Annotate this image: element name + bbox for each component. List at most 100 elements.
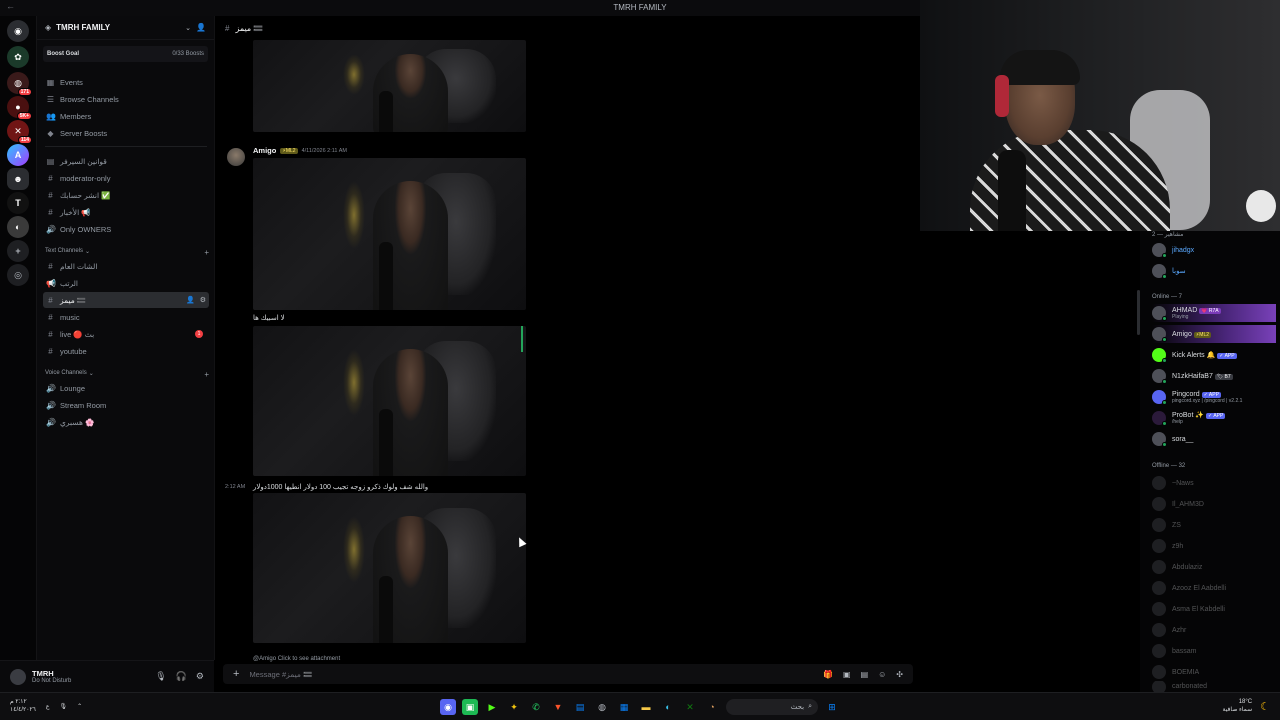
headphones-icon[interactable]: 🎧: [176, 671, 187, 682]
channel-youtube[interactable]: # youtube: [43, 343, 209, 359]
gift-icon[interactable]: 🎁: [823, 670, 833, 679]
member-item[interactable]: N1zkHaifaB7 🏷 B7: [1152, 367, 1276, 385]
member-item[interactable]: BOEMIA: [1152, 663, 1276, 681]
sticker-icon[interactable]: ▤: [861, 670, 869, 679]
microphone-icon[interactable]: 🎙: [155, 671, 166, 682]
server-icon-t[interactable]: T: [7, 192, 29, 214]
clock-time[interactable]: ٢:١٢ م: [10, 698, 36, 706]
discover-icon[interactable]: ◎: [7, 264, 29, 286]
server-icon-4[interactable]: ✕ 114: [7, 120, 32, 144]
apps-icon[interactable]: ✣: [896, 670, 903, 679]
channel-memes[interactable]: # ميمز 🟰 👤 ⚙: [43, 292, 209, 308]
member-item[interactable]: jihadgx: [1152, 241, 1276, 259]
channel-general-chat[interactable]: # الشات العام: [43, 258, 209, 274]
member-item[interactable]: ~Naws: [1152, 474, 1276, 492]
channel-only-owners[interactable]: 🔊 Only OWNERS: [43, 221, 209, 237]
boost-goal-bar[interactable]: Boost Goal 0/33 Boosts: [43, 46, 208, 62]
image-attachment[interactable]: [253, 493, 526, 643]
avatar[interactable]: [10, 668, 26, 685]
channel-promote[interactable]: # انشر حسابك ✅: [43, 187, 209, 203]
channel-rules[interactable]: ▤ قوانين السيرفر: [43, 153, 209, 169]
food-widget-icon[interactable]: ◔: [704, 699, 720, 715]
voice-lounge[interactable]: 🔊 Lounge: [43, 380, 209, 396]
add-attachment-icon[interactable]: +: [233, 668, 239, 680]
channel-moderator-only[interactable]: # moderator-only: [43, 170, 209, 186]
app-icon[interactable]: ▣: [462, 699, 478, 715]
add-channel-icon[interactable]: +: [204, 370, 209, 379]
brave-browser-icon[interactable]: ▼: [550, 699, 566, 715]
sidebar-item-events[interactable]: ▦ Events: [43, 74, 209, 90]
category-text-channels[interactable]: Text Channels ⌄ +: [45, 248, 209, 257]
server-icon-2[interactable]: ◍ 171: [7, 72, 32, 96]
steam-icon[interactable]: ◍: [594, 699, 610, 715]
folder-icon[interactable]: ▬: [638, 699, 654, 715]
member-item[interactable]: bassam: [1152, 642, 1276, 660]
windows-start-icon[interactable]: ⊞: [824, 699, 840, 715]
member-item[interactable]: sora__: [1152, 430, 1276, 448]
member-item[interactable]: Pingcord ✓ APP pingcord.xyz | /pingcord |…: [1152, 388, 1276, 406]
member-item[interactable]: Asma El Kabdelli: [1152, 600, 1276, 618]
whatsapp-icon[interactable]: ✆: [528, 699, 544, 715]
language-indicator[interactable]: ع: [46, 703, 50, 710]
invite-icon[interactable]: 👤: [186, 296, 195, 304]
gear-icon[interactable]: ⚙: [196, 671, 204, 682]
chevron-up-icon[interactable]: ⌃: [77, 703, 82, 710]
edge-browser-icon[interactable]: ◐: [660, 699, 676, 715]
channel-roles[interactable]: 📢 الرتب: [43, 275, 209, 291]
reply-preview[interactable]: @Amigo Click to see attachment: [253, 656, 340, 662]
category-voice-channels[interactable]: Voice Channels ⌄ +: [45, 370, 209, 379]
app-icon[interactable]: ✦: [506, 699, 522, 715]
emoji-icon[interactable]: ☺: [878, 670, 886, 679]
search-box[interactable]: بحث ⌕: [726, 699, 818, 715]
calendar-app-icon[interactable]: ▦: [616, 699, 632, 715]
member-item[interactable]: Azhr: [1152, 621, 1276, 639]
author-name[interactable]: Amigo: [253, 146, 276, 155]
add-channel-icon[interactable]: +: [204, 248, 209, 257]
play-icon[interactable]: ▶: [484, 699, 500, 715]
member-item[interactable]: Abdulaziz: [1152, 558, 1276, 576]
message-input[interactable]: Message #ميمز 🟰: [249, 670, 312, 679]
xbox-icon[interactable]: ✕: [682, 699, 698, 715]
gif-icon[interactable]: ▣: [843, 670, 851, 679]
member-item[interactable]: ZS: [1152, 516, 1276, 534]
hashtag-icon: #: [48, 346, 53, 356]
member-item[interactable]: ProBot ✨ ✓ APP/help: [1152, 409, 1276, 427]
server-icon-1[interactable]: ✿: [7, 46, 29, 68]
add-server-icon[interactable]: +: [7, 240, 29, 262]
sidebar-item-server-boosts[interactable]: ◆ Server Boosts: [43, 125, 209, 141]
member-item[interactable]: Il_AHM3D: [1152, 495, 1276, 513]
member-item[interactable]: Azooz El Aabdelli: [1152, 579, 1276, 597]
server-icon-a[interactable]: A: [7, 144, 29, 166]
weather-widget[interactable]: 18°C سماء صافية ☾: [1222, 698, 1270, 714]
message-composer[interactable]: + Message #ميمز 🟰 🎁 ▣ ▤ ☺ ✣: [223, 664, 913, 684]
member-item[interactable]: z9h: [1152, 537, 1276, 555]
server-icon-3[interactable]: ● 5K+: [7, 96, 32, 120]
voice-stream-room[interactable]: 🔊 Stream Room: [43, 397, 209, 413]
channel-music[interactable]: # music: [43, 309, 209, 325]
discord-app-icon[interactable]: ◉: [440, 699, 456, 715]
hashtag-icon: #: [48, 329, 53, 339]
image-attachment[interactable]: [253, 40, 526, 132]
discord-home-icon[interactable]: ◉: [7, 20, 29, 42]
sidebar-item-members[interactable]: 👥 Members: [43, 108, 209, 124]
gear-icon[interactable]: ⚙: [200, 296, 206, 304]
member-item[interactable]: سوبا: [1152, 262, 1276, 280]
server-icon-tmrh[interactable]: ☻: [7, 168, 29, 190]
avatar[interactable]: [227, 148, 245, 166]
member-item[interactable]: Amigo ⚡ML2: [1152, 325, 1276, 343]
member-item[interactable]: carbonated: [1152, 681, 1276, 692]
clock-date[interactable]: ١٤/٤/٢٠٢٦: [10, 706, 36, 714]
add-member-icon[interactable]: 👤: [196, 23, 206, 32]
server-header[interactable]: ◈ TMRH FAMILY ⌄ 👤: [37, 16, 214, 40]
image-attachment[interactable]: [253, 158, 526, 310]
server-icon-5[interactable]: ◐: [7, 216, 29, 238]
voice-channel-3[interactable]: 🔊 هسبري 🌸: [43, 414, 209, 430]
store-icon[interactable]: ▤: [572, 699, 588, 715]
member-item[interactable]: Kick Alerts 🔔 ✓ APP: [1152, 346, 1276, 364]
image-attachment[interactable]: [253, 326, 526, 476]
channel-live[interactable]: # live 🔴 بث 1: [43, 326, 209, 342]
mic-icon[interactable]: 🎙: [60, 703, 68, 710]
channel-news[interactable]: # الأخبار 📢: [43, 204, 209, 220]
sidebar-item-browse-channels[interactable]: ☰ Browse Channels: [43, 91, 209, 107]
member-item[interactable]: AHMAD 💗 R7A Playing: [1152, 304, 1276, 322]
